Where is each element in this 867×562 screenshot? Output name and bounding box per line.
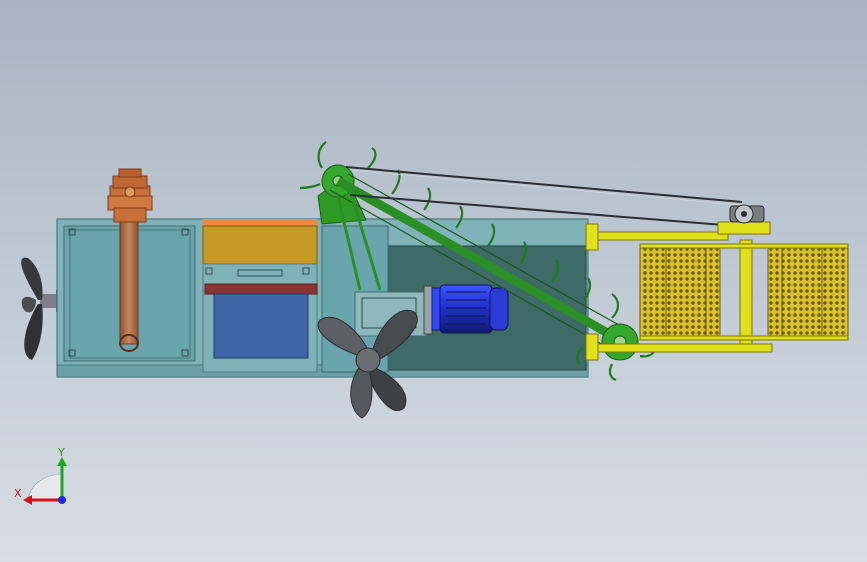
- assembly-drawing: Y X: [14, 141, 849, 505]
- z-axis-point: [58, 496, 66, 504]
- coordinate-triad: Y X: [14, 446, 67, 505]
- y-axis-label: Y: [57, 446, 65, 459]
- storage-compartment: [202, 219, 318, 373]
- gearbox: [107, 168, 153, 223]
- pump-pipe: [119, 213, 139, 352]
- electric-motor: [431, 284, 509, 334]
- x-axis-label: X: [14, 487, 22, 500]
- cad-viewport[interactable]: Y X: [0, 0, 867, 562]
